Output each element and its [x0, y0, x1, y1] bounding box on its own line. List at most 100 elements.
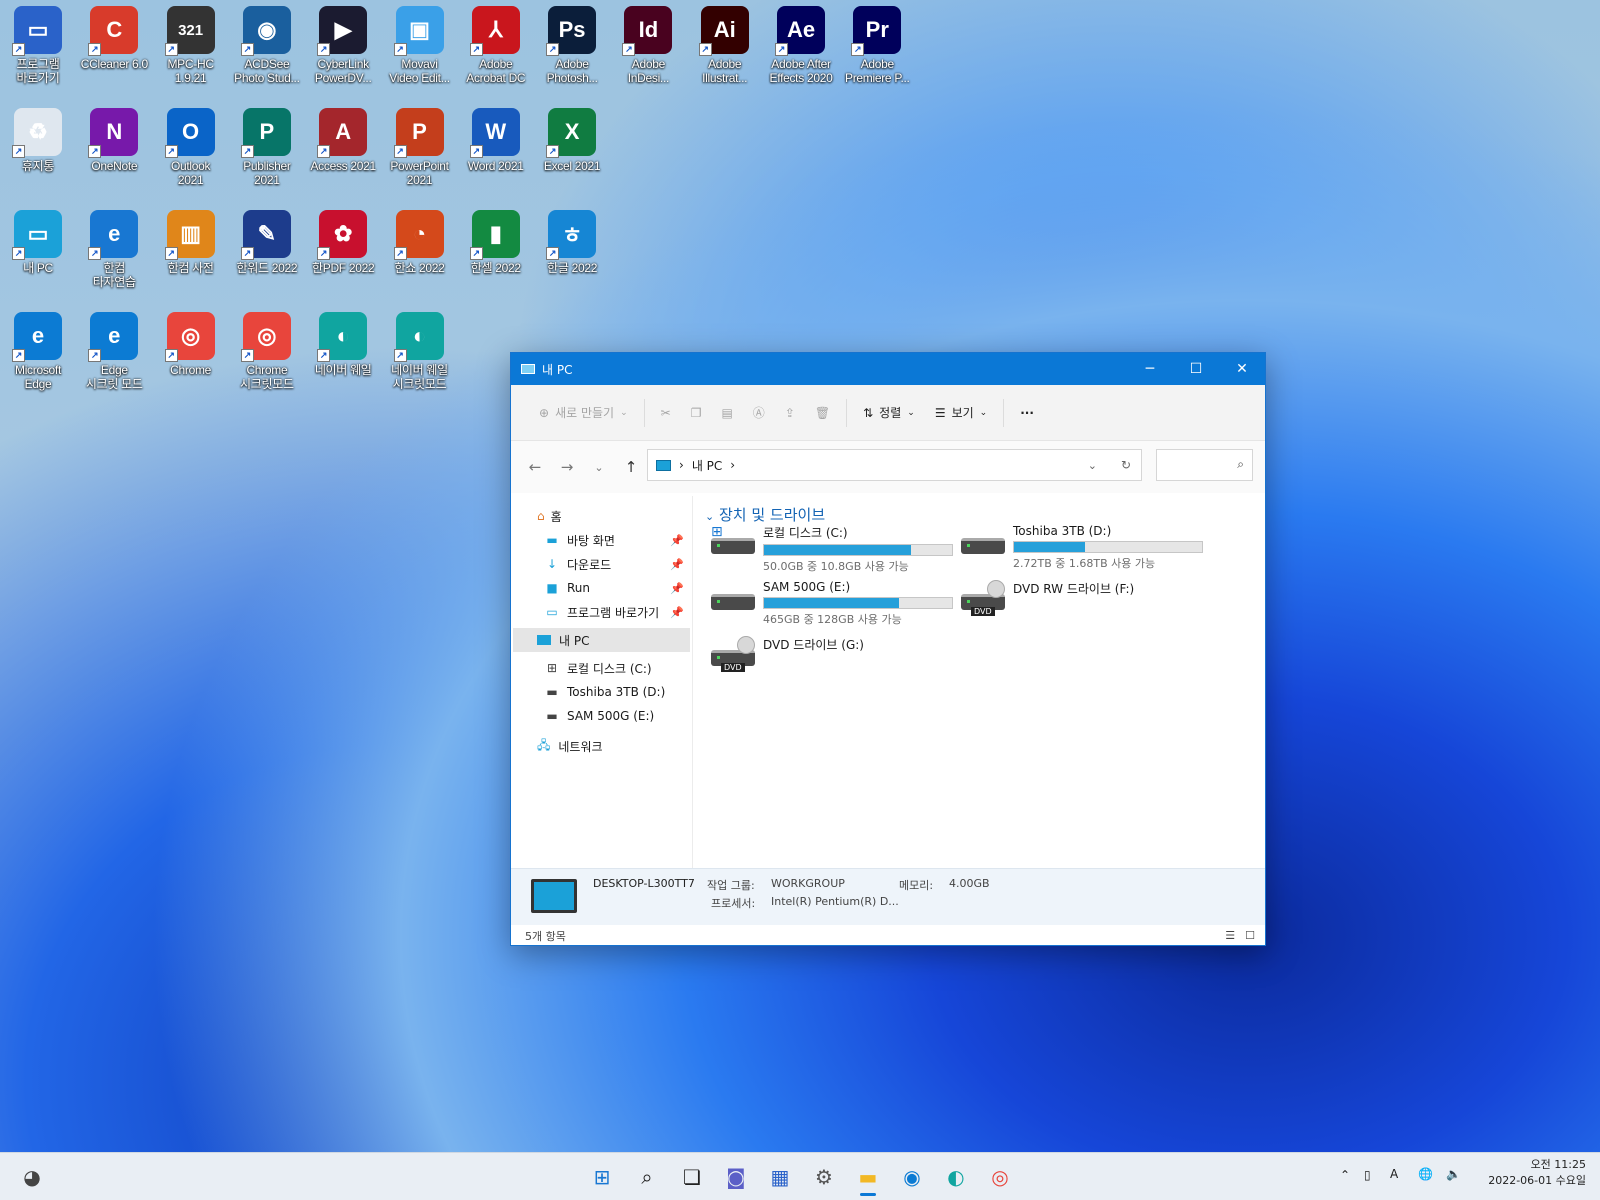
desktop-icon[interactable]: ◔ ↗ 한쇼 2022: [382, 210, 458, 275]
sort-button[interactable]: ⇅ 정렬 ⌄: [853, 396, 925, 430]
battery-icon[interactable]: ▯: [1364, 1168, 1371, 1182]
desktop-icon[interactable]: A ↗ Access 2021: [305, 108, 381, 173]
pin-icon[interactable]: 📌: [670, 582, 684, 595]
copy-button[interactable]: ❐: [681, 396, 712, 430]
delete-button[interactable]: 🗑: [805, 396, 840, 430]
desktop-icon-label: Adobe InDesi...: [627, 57, 670, 85]
nav-item-drive[interactable]: ⊞ 로컬 디스크 (C:): [511, 656, 692, 680]
desktop-icon[interactable]: C ↗ CCleaner 6.0: [76, 6, 152, 71]
drive-tile[interactable]: SAM 500G (E:) 465GB 중 128GB 사용 가능: [711, 580, 953, 627]
cut-button[interactable]: ✂: [651, 396, 681, 430]
breadcrumb-this-pc[interactable]: 내 PC: [692, 457, 722, 474]
nav-item-quick[interactable]: ▭ 프로그램 바로가기 📌: [511, 600, 692, 624]
desktop-icon[interactable]: ▣ ↗ Movavi Video Edit...: [382, 6, 458, 85]
desktop-icon[interactable]: ▮ ↗ 한셀 2022: [458, 210, 534, 275]
nav-item-network[interactable]: 🖧 네트워크: [511, 734, 692, 758]
group-header[interactable]: ⌄ 장치 및 드라이브: [705, 504, 1265, 525]
maximize-button[interactable]: ☐: [1173, 353, 1219, 385]
pin-icon[interactable]: 📌: [670, 606, 684, 619]
chrome-icon[interactable]: ◎: [978, 1157, 1022, 1197]
close-button[interactable]: ✕: [1219, 353, 1265, 385]
ime-indicator[interactable]: A: [1390, 1167, 1398, 1181]
up-arrow-icon[interactable]: ↑: [615, 458, 647, 476]
nav-item-home[interactable]: ⌂ 홈: [511, 504, 692, 528]
nav-item-quick[interactable]: ↓ 다운로드 📌: [511, 552, 692, 576]
search-icon[interactable]: ⌕: [625, 1157, 669, 1197]
search-input[interactable]: ⌕: [1156, 449, 1253, 481]
desktop-icon[interactable]: ㅎ ↗ 한글 2022: [534, 210, 610, 275]
share-button[interactable]: ⇪: [775, 396, 805, 430]
tray-chevron-icon[interactable]: ⌃: [1340, 1168, 1350, 1182]
app-icon: O ↗: [164, 108, 215, 158]
nav-item-this-pc[interactable]: 내 PC: [513, 628, 690, 652]
desktop-icon[interactable]: ◎ ↗ Chrome 시크릿모드: [229, 312, 305, 391]
paste-button[interactable]: ▤: [711, 396, 742, 430]
desktop-icon[interactable]: ✿ ↗ 한PDF 2022: [305, 210, 381, 275]
edge-icon[interactable]: ◉: [890, 1157, 934, 1197]
desktop-icon[interactable]: Ai ↗ Adobe Illustrat...: [687, 6, 763, 85]
drive-tile[interactable]: ⊞ 로컬 디스크 (C:) 50.0GB 중 10.8GB 사용 가능: [711, 524, 953, 574]
desktop-icon[interactable]: Id ↗ Adobe InDesi...: [610, 6, 686, 85]
globe-icon[interactable]: 🌐: [1418, 1167, 1433, 1181]
desktop-icon[interactable]: ▭ ↗ 내 PC: [0, 210, 76, 275]
desktop-icon[interactable]: O ↗ Outlook 2021: [153, 108, 229, 187]
drive-tile[interactable]: DVD DVD 드라이브 (G:): [711, 636, 864, 672]
desktop-icon[interactable]: ♻ ↗ 휴지통: [0, 108, 76, 173]
chat-icon[interactable]: ◙: [714, 1157, 758, 1197]
desktop-icon[interactable]: P ↗ PowerPoint 2021: [382, 108, 458, 187]
new-button[interactable]: ⊕ 새로 만들기 ⌄: [529, 396, 638, 430]
desktop-icon[interactable]: Pr ↗ Adobe Premiere P...: [839, 6, 915, 85]
speaker-icon[interactable]: 🔈: [1446, 1167, 1461, 1181]
desktop-icon[interactable]: X ↗ Excel 2021: [534, 108, 610, 173]
minimize-button[interactable]: ─: [1127, 353, 1173, 385]
settings-icon[interactable]: ⚙: [802, 1157, 846, 1197]
large-icons-view-icon[interactable]: ☐: [1245, 929, 1255, 942]
nav-item-drive[interactable]: ▬ SAM 500G (E:): [511, 704, 692, 728]
desktop-icon[interactable]: ✎ ↗ 한워드 2022: [229, 210, 305, 275]
drive-tile[interactable]: DVD DVD RW 드라이브 (F:): [961, 580, 1134, 616]
back-arrow-icon[interactable]: ←: [519, 458, 551, 476]
recent-chevron-icon[interactable]: ⌄: [583, 461, 615, 474]
task-view-icon[interactable]: ❏: [670, 1157, 714, 1197]
desktop-icon[interactable]: 321 ↗ MPC-HC 1.9.21: [153, 6, 229, 85]
file-explorer-icon[interactable]: ▬: [846, 1157, 890, 1197]
desktop-icon[interactable]: ◐ ↗ 네이버 웨일 시크릿모드: [382, 312, 458, 391]
desktop-icon[interactable]: ◐ ↗ 네이버 웨일: [305, 312, 381, 377]
desktop-icon[interactable]: P ↗ Publisher 2021: [229, 108, 305, 187]
desktop-icon[interactable]: ▥ ↗ 한컴 사전: [153, 210, 229, 275]
desktop-icon[interactable]: e ↗ Microsoft Edge: [0, 312, 76, 391]
forward-arrow-icon[interactable]: →: [551, 458, 583, 476]
widgets-icon[interactable]: ◕: [10, 1157, 54, 1197]
app-icon: ◉ ↗: [240, 6, 291, 56]
desktop-icon[interactable]: ▶ ↗ CyberLink PowerDV...: [305, 6, 381, 85]
whale-icon[interactable]: ◐: [934, 1157, 978, 1197]
desktop-icon[interactable]: e ↗ Edge 시크릿 모드: [76, 312, 152, 391]
pin-icon[interactable]: 📌: [670, 558, 684, 571]
desktop-icon[interactable]: N ↗ OneNote: [76, 108, 152, 173]
address-dropdown-icon[interactable]: ⌄: [1088, 459, 1097, 472]
start-icon[interactable]: ⊞: [580, 1157, 624, 1197]
rename-button[interactable]: Ⓐ: [743, 396, 775, 430]
more-options-button[interactable]: ···: [1010, 396, 1044, 430]
address-bar[interactable]: › 내 PC › ⌄ ↻: [647, 449, 1142, 481]
app-icon: P ↗: [393, 108, 444, 158]
desktop-icon[interactable]: ⅄ ↗ Adobe Acrobat DC: [458, 6, 534, 85]
desktop-icon[interactable]: W ↗ Word 2021: [458, 108, 534, 173]
desktop-icon[interactable]: Ps ↗ Adobe Photosh...: [534, 6, 610, 85]
desktop-icon[interactable]: ◎ ↗ Chrome: [153, 312, 229, 377]
title-bar[interactable]: 내 PC ─ ☐ ✕: [511, 353, 1265, 385]
drive-tile[interactable]: Toshiba 3TB (D:) 2.72TB 중 1.68TB 사용 가능: [961, 524, 1203, 571]
view-button[interactable]: ☰ 보기 ⌄: [925, 396, 997, 430]
details-view-icon[interactable]: ☰: [1225, 929, 1235, 942]
desktop-icon[interactable]: ◉ ↗ ACDSee Photo Stud...: [229, 6, 305, 85]
clock[interactable]: 오전 11:25 2022-06-01 수요일: [1488, 1157, 1586, 1189]
desktop-icon[interactable]: e ↗ 한컴 타자연습: [76, 210, 152, 289]
store-icon[interactable]: ▦: [758, 1157, 802, 1197]
refresh-icon[interactable]: ↻: [1121, 458, 1131, 472]
nav-item-quick[interactable]: ■ Run 📌: [511, 576, 692, 600]
desktop-icon[interactable]: Ae ↗ Adobe After Effects 2020: [763, 6, 839, 85]
nav-item-quick[interactable]: ▬ 바탕 화면 📌: [511, 528, 692, 552]
desktop-icon[interactable]: ▭ ↗ 프로그램 바로가기: [0, 6, 76, 85]
nav-item-drive[interactable]: ▬ Toshiba 3TB (D:): [511, 680, 692, 704]
pin-icon[interactable]: 📌: [670, 534, 684, 547]
